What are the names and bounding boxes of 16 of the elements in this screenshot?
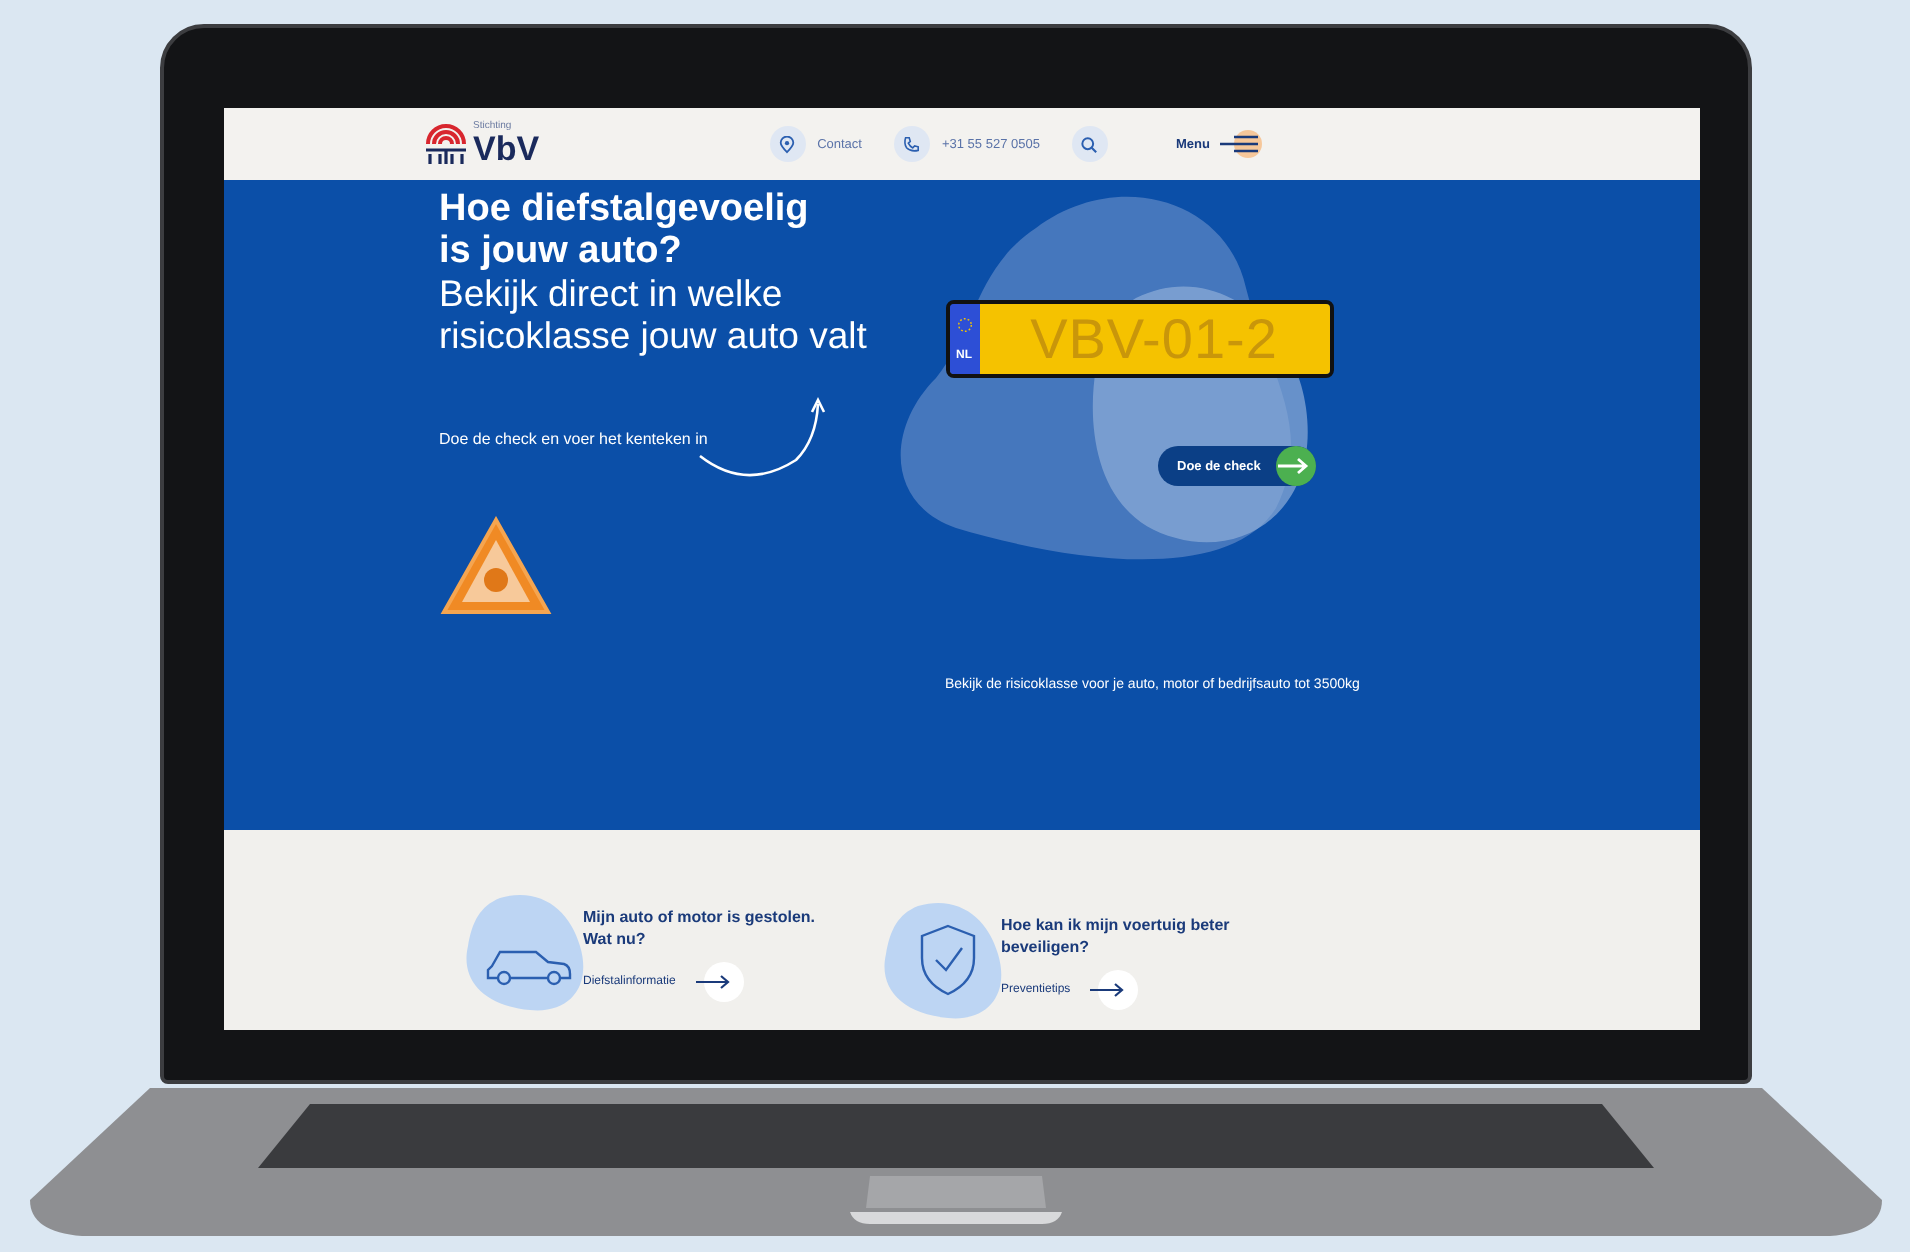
stars-icon xyxy=(955,316,973,334)
arrow-icon[interactable] xyxy=(695,962,744,1002)
check-prompt: Doe de check en voer het kenteken in xyxy=(439,430,708,448)
location-icon[interactable] xyxy=(769,126,806,162)
menu-icon xyxy=(1217,130,1262,158)
card-heading: Mijn auto of motor is gestolen. Wat nu? xyxy=(583,906,817,950)
curved-arrow-icon xyxy=(695,396,828,480)
hero-subtitle: Bekijk direct in welke risicoklasse jouw auto valt xyxy=(439,272,869,356)
arrow-icon[interactable] xyxy=(1090,970,1139,1010)
card-heading: Hoe kan ik mijn voertuig beter beveiligen? xyxy=(1001,914,1232,958)
logo-wordmark: VbV xyxy=(473,132,540,166)
phone-icon[interactable] xyxy=(893,126,930,162)
logo-icon xyxy=(423,124,467,164)
hero-title: Hoe diefstalgevoelig is jouw auto? xyxy=(439,188,811,272)
search-icon[interactable] xyxy=(1071,126,1108,162)
warning-triangle-icon xyxy=(439,516,551,616)
